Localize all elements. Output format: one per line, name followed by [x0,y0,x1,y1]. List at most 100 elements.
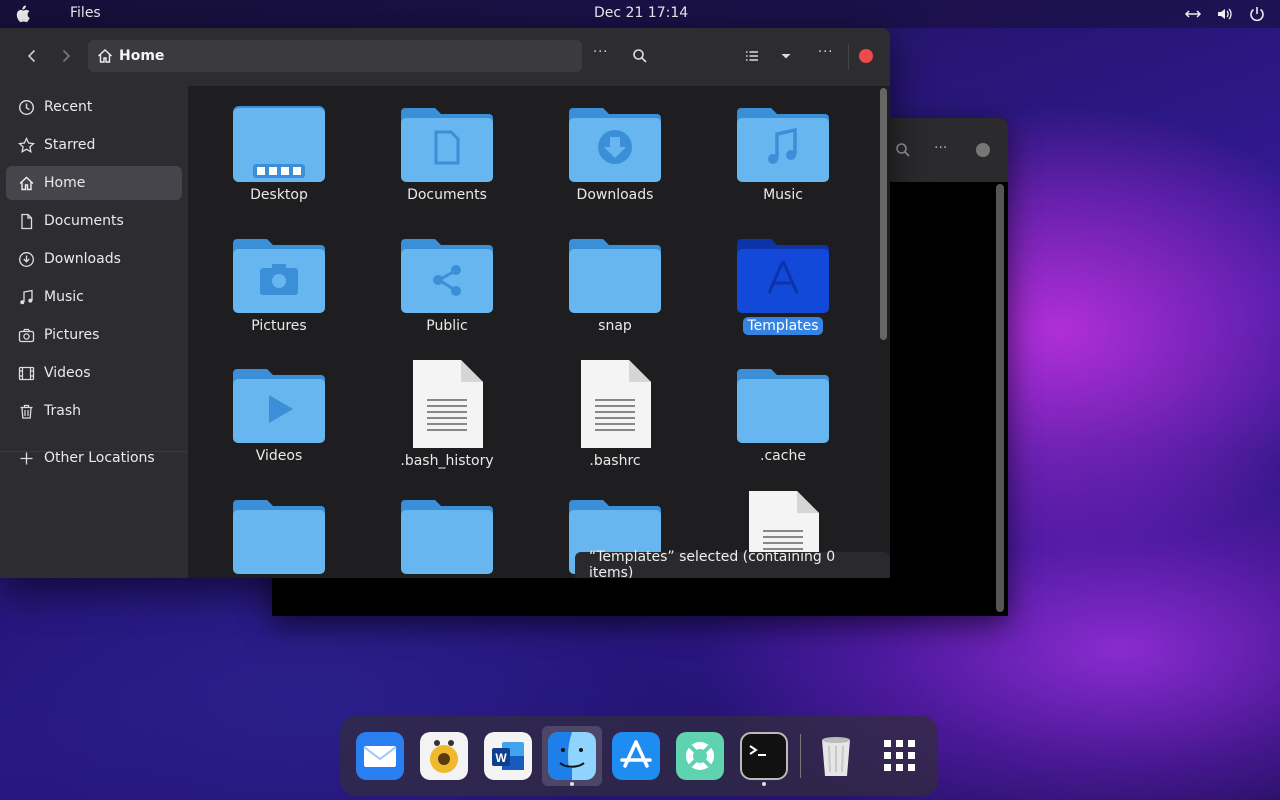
search-icon[interactable] [895,142,911,158]
sidebar-item-label: Home [44,175,86,191]
text-file-icon [413,360,483,448]
download-icon [19,251,34,267]
downloads-folder-icon [569,108,661,182]
music-folder-icon [737,108,829,182]
file-name: .cache [760,448,806,464]
help-icon[interactable] [676,732,724,780]
file-name: Templates [743,317,823,335]
close-button[interactable] [976,143,990,157]
volume-icon[interactable] [1216,5,1234,23]
folder-icon [569,239,661,313]
file-item-bashrc[interactable]: .bashrc [545,358,685,470]
film-icon [18,366,35,380]
sidebar-item-starred[interactable]: Starred [6,128,182,162]
dock-divider [800,734,801,778]
public-folder-icon [401,239,493,313]
power-icon[interactable] [1248,5,1266,23]
sidebar-item-other-locations[interactable]: Other Locations [6,441,182,475]
sidebar-item-trash[interactable]: Trash [6,394,182,428]
file-item-bash-history[interactable]: .bash_history [377,358,517,470]
clock-icon [18,99,35,115]
folder-icon [233,500,325,574]
home-icon [19,176,34,190]
plus-icon [20,452,33,464]
file-item-downloads[interactable]: Downloads [545,104,685,204]
text-file-icon [581,360,651,448]
close-button[interactable] [859,49,873,63]
file-item-cache[interactable]: .cache [713,365,853,465]
file-name: Public [426,318,468,334]
file-item-music[interactable]: Music [713,104,853,204]
file-name: Downloads [576,187,654,203]
file-item-pictures[interactable]: Pictures [209,235,349,335]
sidebar: Recent Starred Home Documents Downloads … [0,28,188,578]
app-grid-icon[interactable] [876,732,924,780]
mail-icon[interactable] [356,732,404,780]
file-grid[interactable]: Desktop Documents Downloads Music Pictur… [188,86,890,578]
file-name: Desktop [250,187,308,203]
scrollbar[interactable] [996,184,1004,612]
folder-icon [737,369,829,443]
dock: W [340,716,938,796]
desktop-folder-icon [233,106,325,182]
path-bar[interactable]: Home [88,40,582,72]
main-menu-icon[interactable]: ··· [818,45,833,60]
sidebar-item-videos[interactable]: Videos [6,356,182,390]
file-item-templates[interactable]: Templates [713,235,853,335]
running-indicator [570,782,574,786]
file-item-desktop[interactable]: Desktop [209,104,349,204]
star-icon [18,136,35,153]
sidebar-item-recent[interactable]: Recent [6,90,182,124]
sidebar-item-label: Downloads [44,251,121,267]
network-icon[interactable] [1184,5,1202,23]
trash-icon[interactable] [812,732,860,780]
back-icon[interactable] [24,48,40,64]
file-item-folder[interactable] [209,496,349,576]
file-name: Music [763,187,803,203]
camera-icon [18,328,35,342]
sidebar-item-documents[interactable]: Documents [6,204,182,238]
sidebar-item-label: Pictures [44,327,100,343]
home-icon [98,49,112,63]
path-menu-icon[interactable]: ··· [593,45,608,60]
status-overlay: “Templates” selected (containing 0 items… [575,549,890,578]
sidebar-item-music[interactable]: Music [6,280,182,314]
documents-folder-icon [401,108,493,182]
sidebar-item-label: Other Locations [44,450,155,466]
sidebar-item-label: Documents [44,213,124,229]
finder-icon[interactable] [548,732,596,780]
sidebar-item-home[interactable]: Home [6,166,182,200]
file-item-folder[interactable] [377,496,517,576]
file-item-snap[interactable]: snap [545,235,685,335]
terminal-icon[interactable] [740,732,788,780]
forward-icon[interactable] [58,48,74,64]
trash-icon [20,404,33,419]
sidebar-item-label: Starred [44,137,96,153]
files-window: Recent Starred Home Documents Downloads … [0,28,890,578]
top-bar: Files Dec 21 17:14 [0,0,1280,28]
sidebar-item-label: Recent [44,99,93,115]
file-name: Videos [255,448,303,464]
clock[interactable]: Dec 21 17:14 [594,5,688,21]
system-tray[interactable] [1184,5,1266,23]
word-icon[interactable]: W [484,732,532,780]
app-store-icon[interactable] [612,732,660,780]
music-player-icon[interactable] [420,732,468,780]
file-item-public[interactable]: Public [377,235,517,335]
file-name: snap [598,318,632,334]
file-item-documents[interactable]: Documents [377,104,517,204]
search-icon[interactable] [632,48,648,64]
scrollbar[interactable] [880,88,887,340]
music-icon [20,289,33,304]
chevron-down-icon[interactable] [778,48,794,64]
document-icon [21,213,33,229]
more-icon[interactable]: ··· [934,140,947,156]
file-item-videos[interactable]: Videos [209,365,349,465]
sidebar-item-downloads[interactable]: Downloads [6,242,182,276]
app-menu-label[interactable]: Files [70,5,101,21]
templates-folder-icon [737,239,829,313]
list-view-icon[interactable] [744,48,760,64]
apple-icon[interactable] [14,5,30,23]
sidebar-item-label: Trash [44,403,81,419]
sidebar-item-pictures[interactable]: Pictures [6,318,182,352]
